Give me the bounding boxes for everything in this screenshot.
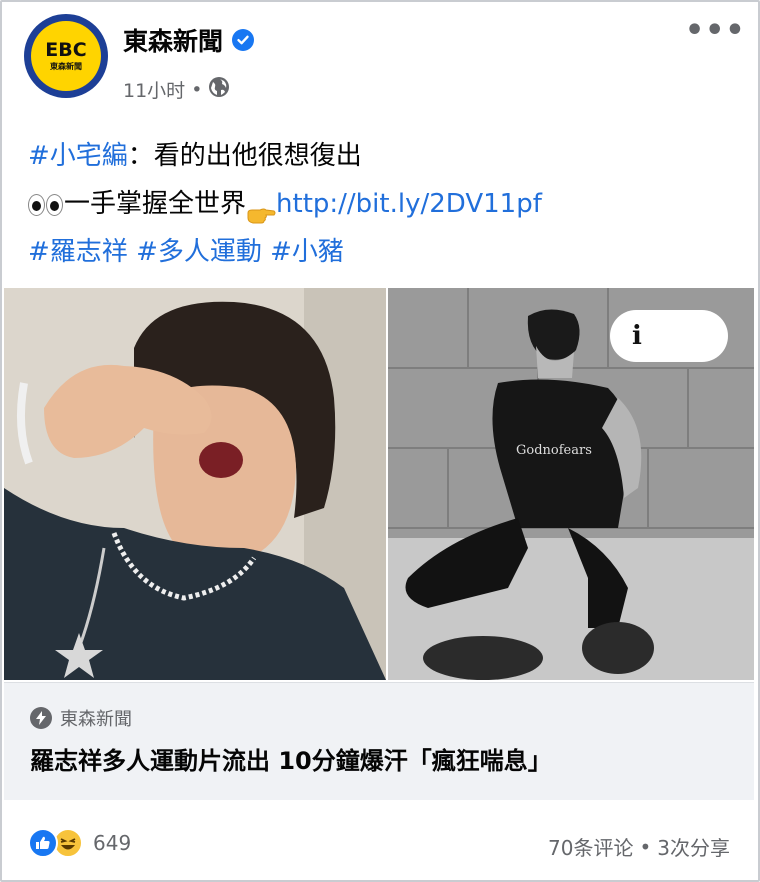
engagement-stats: 70条评论 • 3次分享 [548,832,730,861]
post-text: #小宅編：看的出他很想復出 一手掌握全世界 http://bit.ly/2DV1… [28,132,738,276]
hashtag-link[interactable]: #小豬 [270,237,344,267]
post-text-line-2: 一手掌握全世界 http://bit.ly/2DV11pf [28,180,738,228]
post-timestamp[interactable]: 11小时 [123,76,185,103]
instant-article-bolt-icon [30,707,52,729]
like-reaction-icon [28,828,58,858]
verified-badge-icon [232,29,255,51]
info-icon: i [632,321,642,351]
shirt-print-text: Godnofears [516,443,592,458]
post-image-right[interactable]: Godnofears i [388,288,754,680]
post-text-line-1: #小宅編：看的出他很想復出 [28,132,738,180]
page-name-row: 東森新聞 [123,22,255,58]
ebc-logo: EBC 東森新聞 [31,21,101,91]
page-name[interactable]: 東森新聞 [123,22,223,58]
link-preview[interactable]: 東森新聞 羅志祥多人運動片流出 10分鐘爆汗「瘋狂喘息」 [4,682,754,800]
page-avatar[interactable]: EBC 東森新聞 [24,14,108,98]
post-text-content: 一手掌握全世界 [64,189,247,219]
comments-count[interactable]: 70条评论 [548,832,633,861]
post-text-content: ：看的出他很想復出 [127,141,362,171]
preview-title[interactable]: 羅志祥多人運動片流出 10分鐘爆汗「瘋狂喘息」 [30,741,552,776]
article-link[interactable]: http://bit.ly/2DV11pf [276,189,542,219]
post-text-line-3: #羅志祥 #多人運動 #小豬 [28,228,738,276]
hashtag-link[interactable]: #羅志祥 [28,237,128,267]
hashtag-link[interactable]: #多人運動 [136,237,262,267]
preview-source-name: 東森新聞 [60,709,132,730]
stats-separator: • [639,834,652,859]
post-meta: 11小时 • [123,76,230,103]
reaction-count: 649 [93,831,132,855]
post-image-left[interactable] [4,288,386,680]
shares-count[interactable]: 3次分享 [657,832,730,861]
ebc-logo-text: EBC [45,39,87,61]
ebc-logo-subtext: 東森新聞 [50,62,82,72]
hashtag-link[interactable]: #小宅編 [28,141,128,171]
eyes-emoji-icon [28,181,64,229]
meta-separator: • [191,78,203,101]
info-badge[interactable]: i [610,310,728,362]
more-options-button[interactable]: ••• [685,16,746,46]
pointing-hand-emoji-icon [246,194,276,223]
reactions-summary[interactable]: 649 [28,828,131,858]
globe-icon [208,76,230,103]
preview-source: 東森新聞 [30,705,132,731]
